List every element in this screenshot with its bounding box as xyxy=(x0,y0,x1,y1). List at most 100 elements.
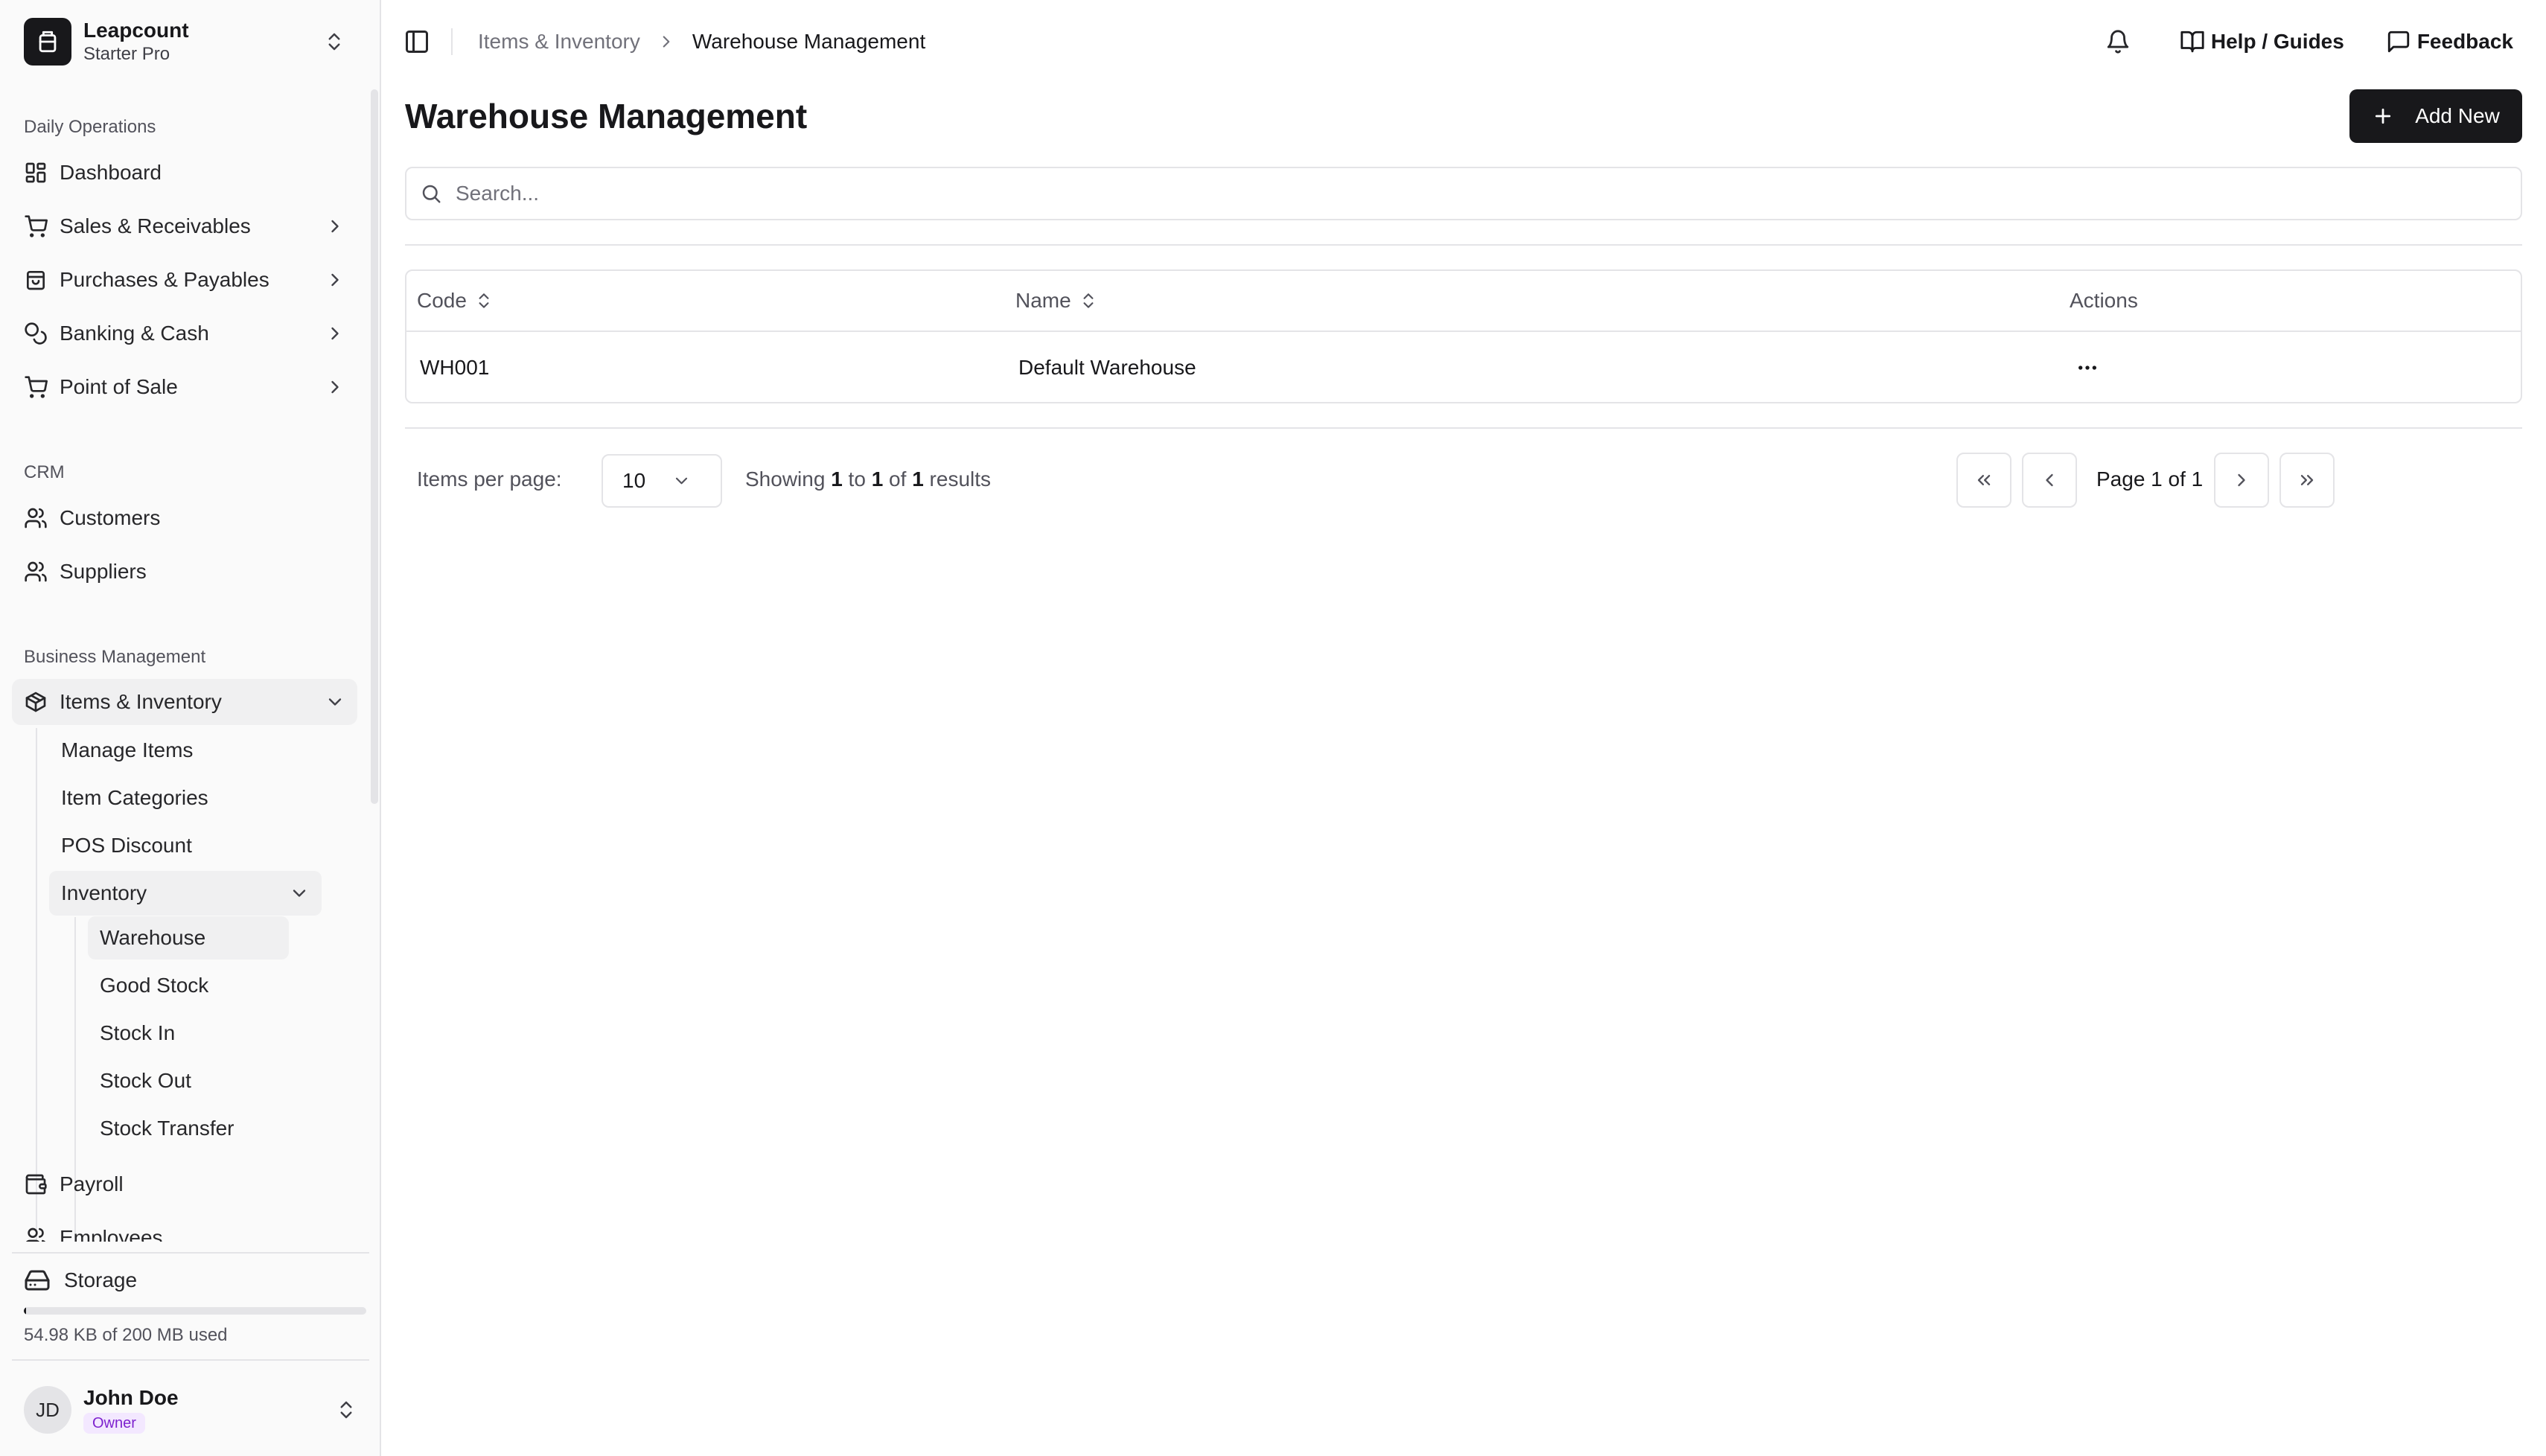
sidebar-item-payroll[interactable]: Payroll xyxy=(12,1161,357,1207)
sidebar-subitem-item-categories[interactable]: Item Categories xyxy=(49,776,325,820)
dashboard-icon xyxy=(24,161,48,185)
sidebar-subitem-stock-in[interactable]: Stock In xyxy=(88,1012,289,1055)
results-to-word: to xyxy=(848,467,866,491)
results-summary: Showing 1 to 1 of 1 results xyxy=(745,467,991,491)
chevron-right-icon xyxy=(325,323,345,344)
chevron-down-icon xyxy=(325,692,345,712)
column-header-label: Code xyxy=(417,289,467,312)
group-label-daily-operations: Daily Operations xyxy=(24,117,156,137)
sidebar-subitem-warehouse[interactable]: Warehouse xyxy=(88,916,289,960)
sidebar-subitem-manage-items[interactable]: Manage Items xyxy=(49,728,325,773)
sidebar-item-sales-receivables[interactable]: Sales & Receivables xyxy=(12,203,357,249)
sidebar-item-label: Dashboard xyxy=(60,161,162,184)
package-icon xyxy=(24,690,48,714)
sidebar-item-employees[interactable]: Employees xyxy=(12,1215,357,1242)
sidebar-item-label: Suppliers xyxy=(60,560,147,583)
results-total: 1 xyxy=(912,467,924,491)
chevron-right-icon xyxy=(2231,470,2252,491)
sidebar-subitem-stock-transfer[interactable]: Stock Transfer xyxy=(88,1107,289,1150)
items-per-page-value: 10 xyxy=(622,469,646,492)
sidebar-item-suppliers[interactable]: Suppliers xyxy=(12,549,357,595)
team-switcher[interactable]: Leapcount Starter Pro xyxy=(12,10,357,73)
sidebar-item-purchases-payables[interactable]: Purchases & Payables xyxy=(12,257,357,303)
sidebar-subitem-good-stock[interactable]: Good Stock xyxy=(88,964,289,1007)
sidebar-item-point-of-sale[interactable]: Point of Sale xyxy=(12,364,357,410)
storage-label: Storage xyxy=(64,1268,138,1291)
column-header-label: Name xyxy=(1015,289,1071,312)
sidebar-item-label: Purchases & Payables xyxy=(60,268,269,291)
sidebar-item-banking-cash[interactable]: Banking & Cash xyxy=(12,310,357,357)
column-header-label: Actions xyxy=(2070,289,2138,312)
sidebar-subitem-label: Stock Out xyxy=(100,1069,191,1092)
chevron-right-icon xyxy=(325,377,345,397)
table-row[interactable]: WH001 Default Warehouse xyxy=(406,332,2521,402)
user-name: John Doe xyxy=(83,1386,179,1409)
next-page-button[interactable] xyxy=(2214,453,2269,508)
results-to: 1 xyxy=(871,467,884,491)
help-guides-link[interactable]: Help / Guides xyxy=(2180,29,2344,54)
first-page-button[interactable] xyxy=(1956,453,2011,508)
divider xyxy=(451,28,453,55)
breadcrumb-link[interactable]: Items & Inventory xyxy=(478,30,640,54)
page-indicator: Page 1 of 1 xyxy=(2096,467,2204,491)
chevron-right-icon xyxy=(325,216,345,237)
bell-icon[interactable] xyxy=(2105,29,2131,54)
user-menu[interactable]: JD John Doe Owner xyxy=(24,1383,357,1437)
cell-name: Default Warehouse xyxy=(1018,356,1196,379)
breadcrumb-current: Warehouse Management xyxy=(692,30,926,53)
row-actions-button[interactable] xyxy=(2067,347,2108,389)
help-guides-label: Help / Guides xyxy=(2210,30,2344,53)
last-page-button[interactable] xyxy=(2279,453,2335,508)
chevrons-left-icon xyxy=(1974,470,1994,491)
sidebar-subitem-label: Good Stock xyxy=(100,974,209,997)
sidebar-subitem-label: Item Categories xyxy=(61,786,208,809)
sidebar-item-label: Payroll xyxy=(60,1172,124,1195)
breadcrumb: Items & Inventory Warehouse Management xyxy=(478,28,925,55)
chevron-right-icon xyxy=(325,269,345,290)
team-logo xyxy=(24,18,71,66)
column-header-code[interactable]: Code xyxy=(417,271,494,331)
header-actions: Help / Guides Feedback xyxy=(2105,22,2513,61)
add-new-button[interactable]: Add New xyxy=(2349,89,2522,143)
avatar: JD xyxy=(24,1386,71,1434)
sidebar-toggle-icon[interactable] xyxy=(403,28,430,55)
sidebar-subitem-stock-out[interactable]: Stock Out xyxy=(88,1059,289,1102)
chevrons-up-down-icon xyxy=(323,31,345,53)
group-label-business-management: Business Management xyxy=(24,647,206,667)
sidebar-item-label: Customers xyxy=(60,506,161,529)
prev-page-button[interactable] xyxy=(2022,453,2077,508)
cart-icon xyxy=(24,214,48,238)
group-label-crm: CRM xyxy=(24,462,65,482)
sidebar-item-items-inventory[interactable]: Items & Inventory xyxy=(12,679,357,725)
results-word: results xyxy=(929,467,992,491)
sidebar-scrollbar[interactable] xyxy=(371,89,378,804)
chevron-down-icon xyxy=(662,471,701,491)
sidebar-item-customers[interactable]: Customers xyxy=(12,495,357,541)
sidebar-item-label: Employees xyxy=(60,1226,163,1242)
add-new-label: Add New xyxy=(2415,104,2500,127)
column-header-name[interactable]: Name xyxy=(1015,271,1098,331)
feedback-link[interactable]: Feedback xyxy=(2386,29,2513,54)
warehouse-table: Code Name Actions WH001 Default Warehous… xyxy=(405,269,2522,403)
sort-icon xyxy=(1079,291,1098,310)
role-badge: Owner xyxy=(83,1413,145,1434)
chevrons-right-icon xyxy=(2297,470,2317,491)
items-per-page-select[interactable]: 10 xyxy=(602,454,722,508)
search-input[interactable] xyxy=(456,182,2507,205)
sort-icon xyxy=(474,291,494,310)
sidebar-subitem-inventory[interactable]: Inventory xyxy=(49,871,322,916)
team-plan: Starter Pro xyxy=(83,44,170,64)
pagination: Items per page: 10 Showing 1 to 1 of 1 r… xyxy=(405,451,2522,508)
sidebar-subitem-pos-discount[interactable]: POS Discount xyxy=(49,823,325,868)
users-icon xyxy=(24,560,48,584)
wallet-icon xyxy=(24,1172,48,1196)
sidebar-item-dashboard[interactable]: Dashboard xyxy=(12,150,357,196)
chevron-left-icon xyxy=(2039,470,2060,491)
storage-panel: Storage 54.98 KB of 200 MB used xyxy=(12,1252,369,1359)
team-name: Leapcount xyxy=(83,19,189,42)
sidebar-nav: Daily Operations Dashboard Sales & Recei… xyxy=(0,89,369,1242)
sidebar-subitem-label: POS Discount xyxy=(61,834,192,857)
feedback-label: Feedback xyxy=(2416,30,2513,53)
hard-drive-icon xyxy=(24,1267,51,1294)
sidebar-subitem-label: Warehouse xyxy=(100,926,206,949)
